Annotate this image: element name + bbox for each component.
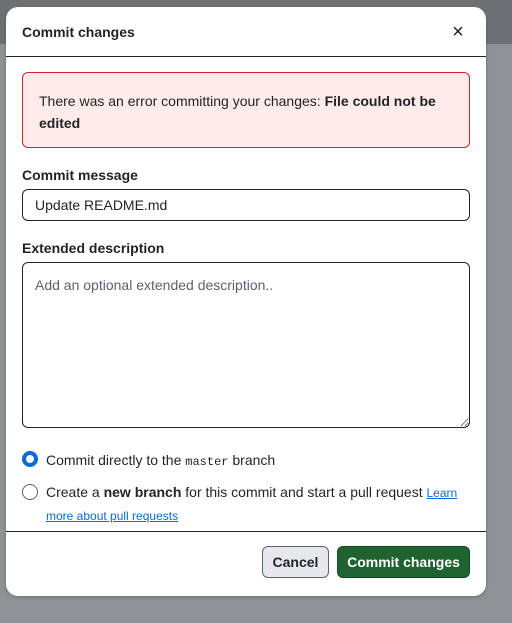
- commit-message-input[interactable]: [22, 189, 470, 221]
- new-branch-radio[interactable]: [22, 484, 38, 500]
- dialog-header: Commit changes ×: [6, 7, 486, 57]
- branch-name: master: [185, 455, 229, 469]
- cancel-button[interactable]: Cancel: [262, 546, 329, 578]
- commit-dialog: Commit changes × There was an error comm…: [6, 7, 486, 596]
- commit-direct-option[interactable]: Commit directly to the master branch: [22, 450, 470, 472]
- error-prefix: There was an error committing your chang…: [39, 93, 325, 109]
- error-banner: There was an error committing your chang…: [22, 72, 470, 148]
- close-icon[interactable]: ×: [446, 20, 470, 44]
- commit-message-label: Commit message: [22, 167, 138, 183]
- dialog-title: Commit changes: [22, 23, 135, 40]
- commit-direct-radio[interactable]: [22, 451, 38, 467]
- new-branch-option[interactable]: Create a new branch for this commit and …: [22, 481, 470, 527]
- extended-description-textarea[interactable]: [22, 262, 470, 428]
- new-branch-label: Create a new branch for this commit and …: [46, 484, 458, 523]
- extended-description-label: Extended description: [22, 240, 165, 256]
- commit-direct-label: Commit directly to the master branch: [46, 452, 276, 469]
- dialog-body: There was an error committing your chang…: [6, 57, 486, 527]
- commit-changes-button[interactable]: Commit changes: [337, 546, 470, 578]
- dialog-footer: Cancel Commit changes: [6, 531, 486, 596]
